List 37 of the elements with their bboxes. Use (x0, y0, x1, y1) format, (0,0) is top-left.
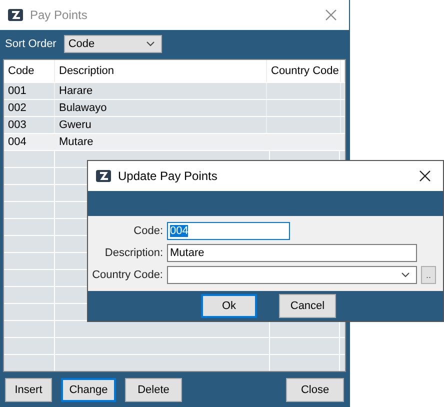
table-row[interactable]: 001 Harare (4, 83, 345, 100)
window-button[interactable]: Insert (5, 378, 52, 402)
dialog-title: Update Pay Points (118, 169, 218, 183)
sort-order-dropdown[interactable]: Code (64, 34, 162, 52)
field-label: Country Code: (91, 269, 163, 281)
table-cell: Mutare (55, 134, 267, 150)
app-icon (96, 169, 112, 183)
dialog-button[interactable]: Cancel (279, 294, 336, 318)
close-icon[interactable] (419, 170, 431, 182)
dialog-button[interactable]: Ok (201, 294, 257, 318)
table-row[interactable]: 004 Mutare (4, 134, 345, 151)
text-field[interactable]: Mutare (167, 244, 417, 262)
field-label: Code: (132, 225, 163, 237)
browse-button[interactable]: .. (421, 266, 436, 284)
window-title: Pay Points (30, 8, 88, 22)
table-cell: Bulawayo (55, 100, 267, 116)
chevron-down-icon (146, 40, 156, 46)
app-icon (8, 8, 24, 22)
column-header[interactable]: Code (4, 60, 55, 82)
sort-order-label: Sort Order (5, 38, 56, 50)
window-button[interactable]: Delete (125, 378, 182, 402)
column-header[interactable]: Description (55, 60, 267, 82)
window-button[interactable]: Close (286, 378, 344, 402)
table-cell: Gweru (55, 117, 267, 133)
column-header[interactable]: Country Code (267, 60, 341, 82)
table-cell: 002 (4, 100, 55, 116)
chevron-down-icon (401, 272, 410, 278)
window-button[interactable]: Change (61, 378, 116, 402)
table-cell: 004 (4, 134, 55, 150)
table-cell: 001 (4, 83, 55, 99)
table-row[interactable]: 002 Bulawayo (4, 100, 345, 117)
table-cell: Harare (55, 83, 267, 99)
table-cell: 003 (4, 117, 55, 133)
dropdown-field[interactable] (167, 266, 417, 284)
text-field[interactable]: 004 (167, 222, 290, 240)
field-label: Description: (104, 247, 163, 259)
table-row[interactable]: 003 Gweru (4, 117, 345, 134)
